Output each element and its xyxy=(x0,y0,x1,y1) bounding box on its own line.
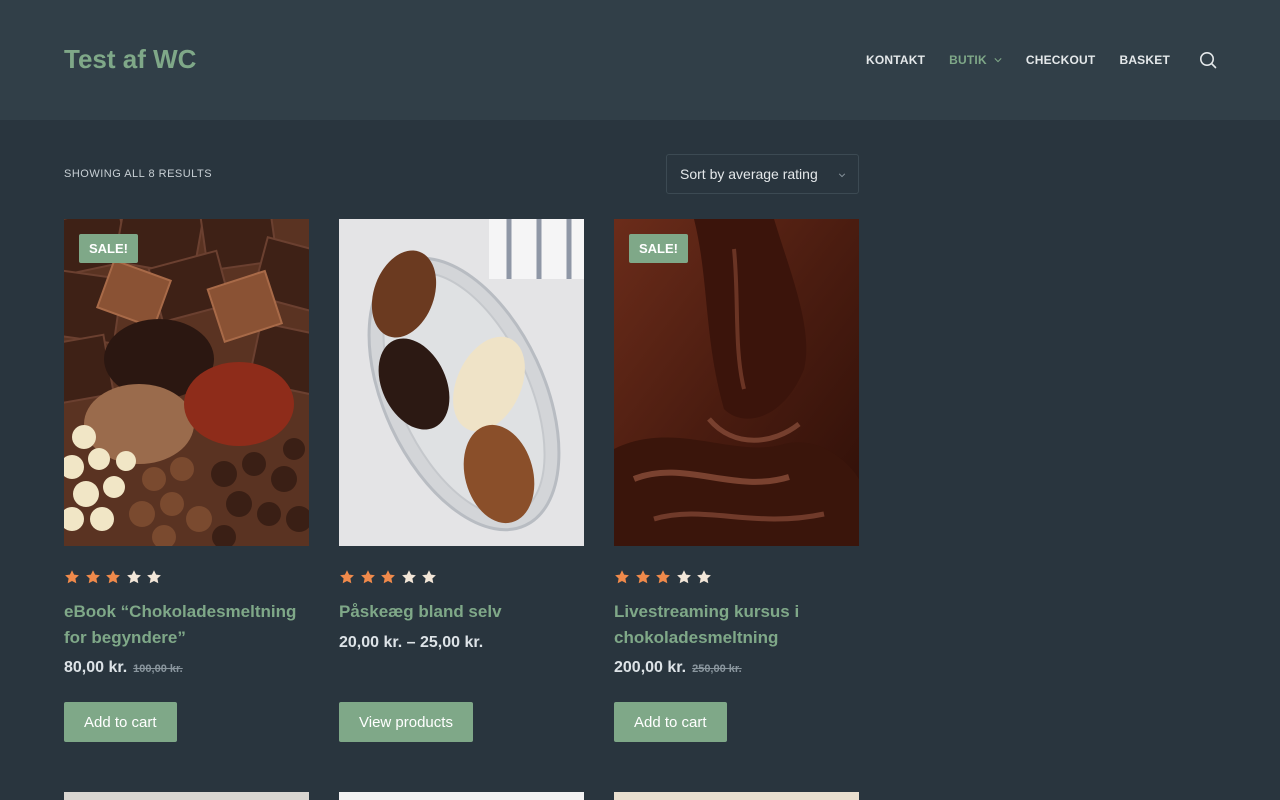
nav-item-basket[interactable]: BASKET xyxy=(1119,53,1170,67)
nav-item-butik[interactable]: BUTIK xyxy=(949,53,1002,67)
sort-select[interactable]: Sort by average rating xyxy=(666,154,859,194)
product-image[interactable] xyxy=(64,792,309,800)
nav-item-label: KONTAKT xyxy=(866,53,926,67)
star-icon xyxy=(697,570,712,584)
product-image[interactable]: SALE! xyxy=(64,219,309,546)
star-icon xyxy=(381,570,396,584)
nav-item-kontakt[interactable]: KONTAKT xyxy=(866,53,925,67)
star-icon xyxy=(106,570,121,584)
product-price: 200,00 kr. 250,00 kr. xyxy=(614,659,742,677)
nav-item-label: BUTIK xyxy=(949,53,987,67)
current-price: 80,00 kr. xyxy=(64,659,128,676)
nav-item-label: CHECKOUT xyxy=(1025,53,1096,67)
current-price: 20,00 kr. – 25,00 kr. xyxy=(339,634,484,651)
rating-stars xyxy=(64,569,167,585)
star-icon xyxy=(615,570,629,584)
easter-eggs-image xyxy=(339,219,584,546)
sort-select-value: Sort by average rating xyxy=(680,166,818,182)
view-products-button[interactable]: View products xyxy=(339,702,473,742)
old-price: 100,00 kr. xyxy=(133,663,183,675)
star-icon xyxy=(85,570,100,584)
star-icon xyxy=(656,570,671,584)
site-title[interactable]: Test af WC xyxy=(64,44,196,75)
star-icon xyxy=(360,570,375,584)
star-icon xyxy=(422,570,437,584)
star-icon xyxy=(635,570,650,584)
add-to-cart-button[interactable]: Add to cart xyxy=(614,702,727,742)
add-to-cart-button[interactable]: Add to cart xyxy=(64,702,177,742)
product-price: 80,00 kr. 100,00 kr. xyxy=(64,659,183,677)
product-price: 20,00 kr. – 25,00 kr. xyxy=(339,634,483,652)
chevron-down-icon xyxy=(838,173,846,178)
melted-chocolate-image xyxy=(614,219,859,546)
nav-item-label: BASKET xyxy=(1119,53,1170,67)
product-title[interactable]: Livestreaming kursus i chokoladesmeltnin… xyxy=(614,599,859,651)
nav-item-checkout[interactable]: CHECKOUT xyxy=(1026,53,1096,67)
product-title[interactable]: eBook “Chokoladesmeltning for begyndere” xyxy=(64,599,309,651)
sale-badge: SALE! xyxy=(79,234,138,263)
product-title[interactable]: Påskeæg bland selv xyxy=(339,599,584,625)
star-icon xyxy=(676,570,691,584)
star-icon xyxy=(340,570,354,584)
chevron-down-icon xyxy=(994,58,1002,63)
old-price: 250,00 kr. xyxy=(692,663,742,675)
site-header: Test af WC KONTAKT BUTIK CHECKOUT BASKET xyxy=(0,0,1280,120)
current-price: 200,00 kr. xyxy=(614,659,687,676)
rating-stars xyxy=(339,569,442,585)
product-image[interactable] xyxy=(339,792,584,800)
star-icon xyxy=(147,570,162,584)
search-icon[interactable] xyxy=(1198,50,1218,70)
star-icon xyxy=(65,570,79,584)
product-image[interactable]: SALE! xyxy=(614,219,859,546)
main-nav: KONTAKT BUTIK CHECKOUT BASKET xyxy=(854,50,1182,70)
star-icon xyxy=(126,570,141,584)
sale-badge: SALE! xyxy=(629,234,688,263)
product-image[interactable] xyxy=(614,792,859,800)
product-image[interactable] xyxy=(339,219,584,546)
star-icon xyxy=(401,570,416,584)
result-count: SHOWING ALL 8 RESULTS xyxy=(64,168,213,180)
rating-stars xyxy=(614,569,717,585)
chocolate-assortment-image xyxy=(64,219,309,546)
